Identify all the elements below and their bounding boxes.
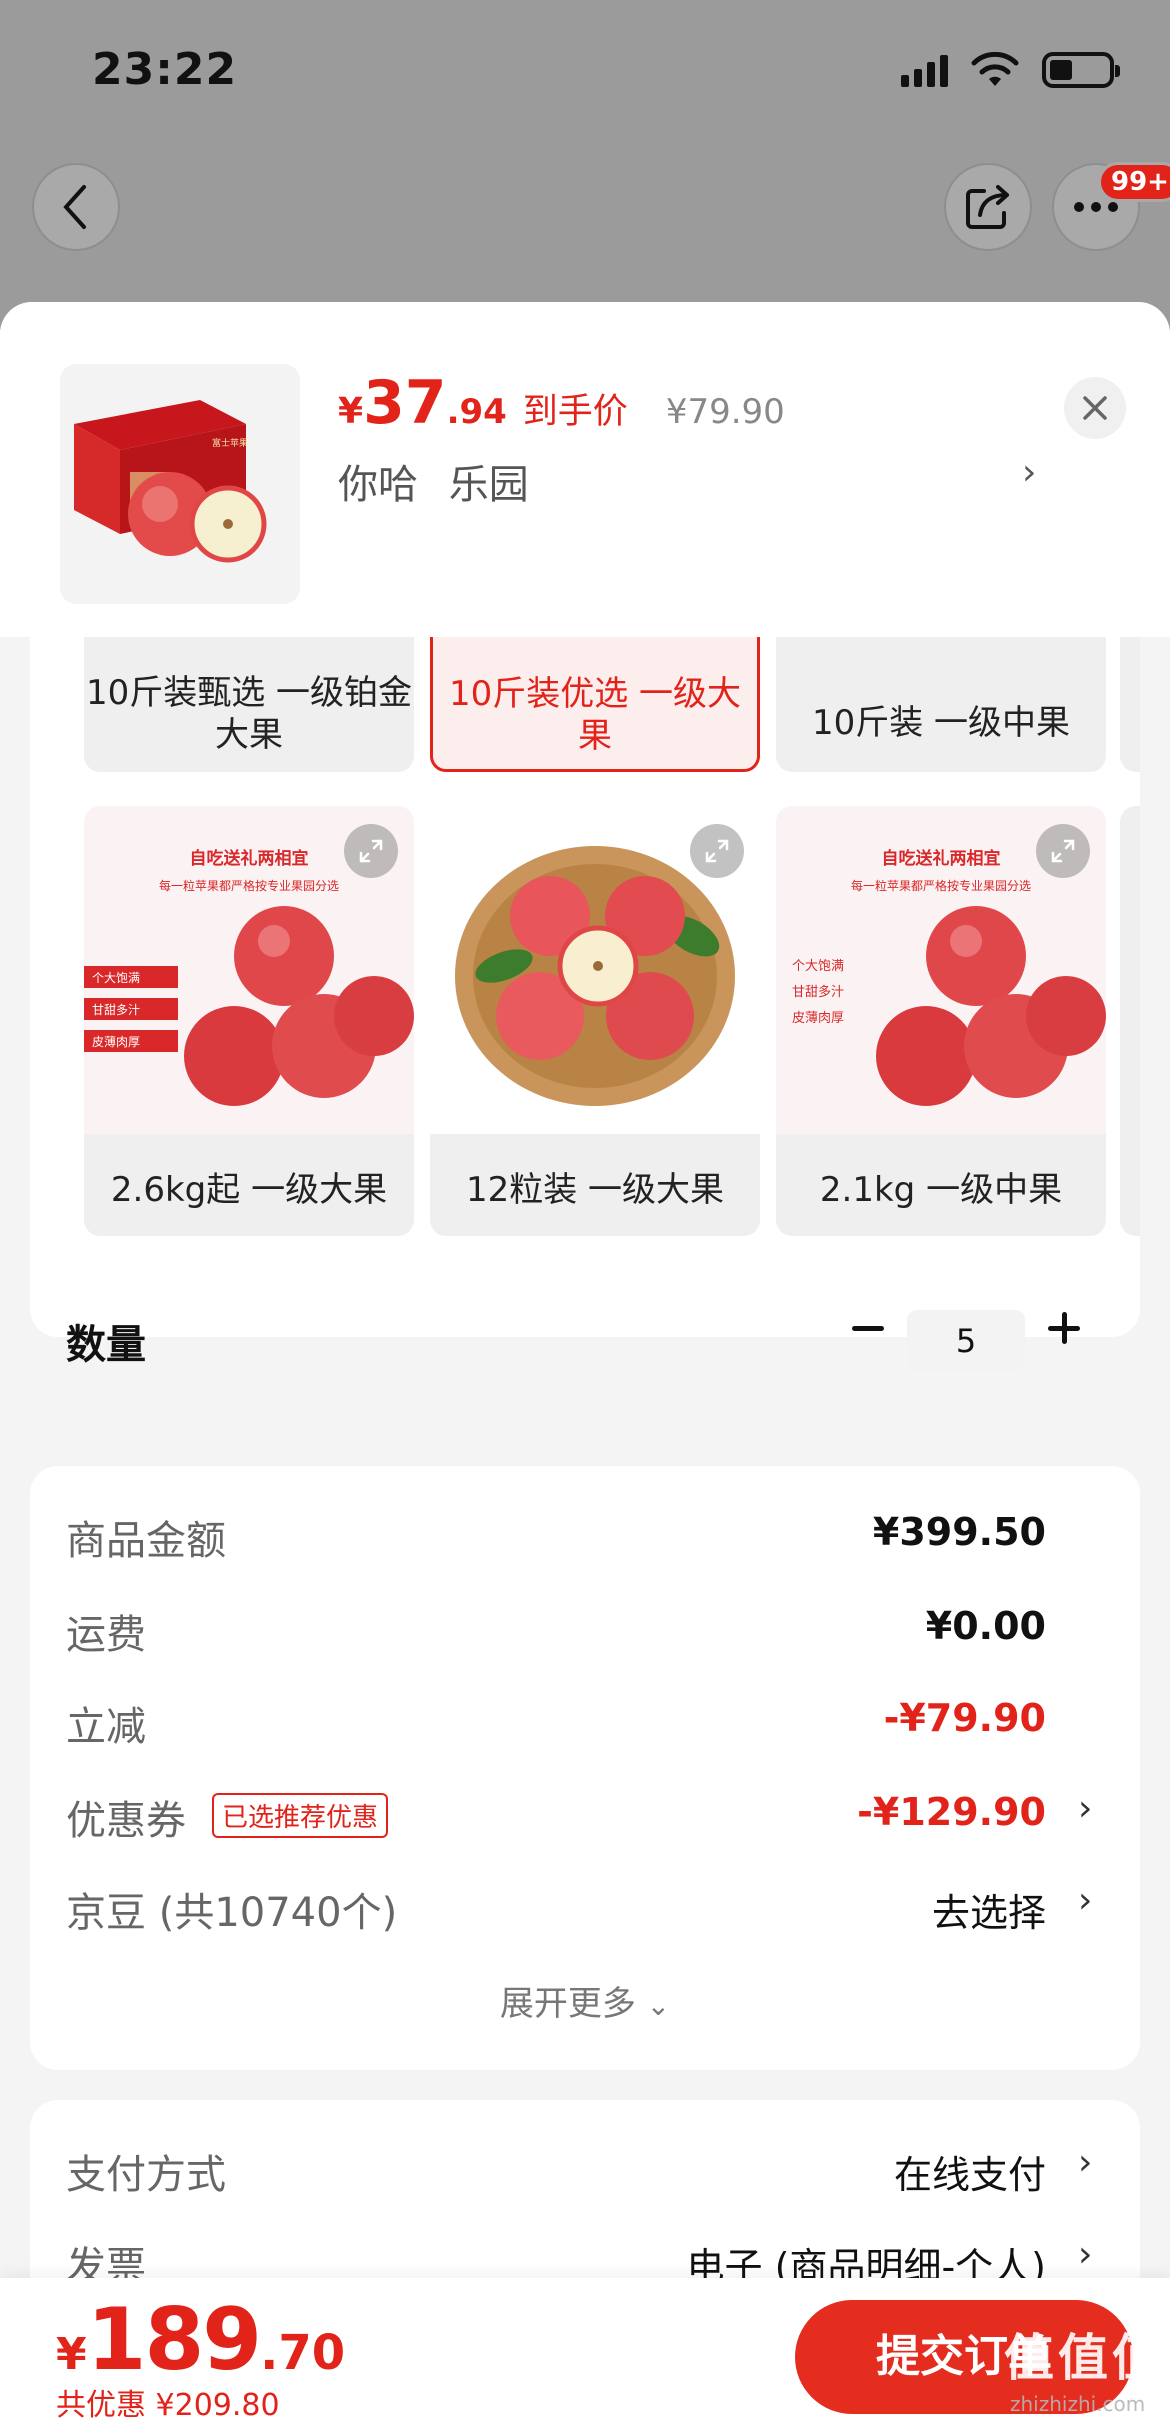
notification-badge: 99+ [1098, 162, 1170, 202]
beans-value[interactable]: 去选择 [932, 1882, 1046, 1937]
promo-tag: 个大饱满 [792, 959, 844, 974]
option-label: 10斤装 一级中果 [811, 703, 1071, 743]
signal-icon [901, 53, 948, 87]
total-price: ¥ 189 .70 [56, 2290, 345, 2390]
watermark-url: zhizhizhi.com [1010, 2392, 1146, 2416]
promo-tag: 甘甜多汁 [792, 984, 844, 1000]
payment-method-value[interactable]: 在线支付 [894, 2144, 1046, 2199]
option-label: 10斤装优选 一级大果 [448, 674, 742, 756]
discount-label: 立减 [66, 1704, 146, 1750]
back-button[interactable] [32, 163, 120, 251]
option-label: 12粒装 一级大果 [465, 1170, 725, 1210]
status-time: 23:22 [92, 44, 238, 95]
option-label: 2.1kg 一级中果 [819, 1170, 1063, 1210]
total-integer: 189 [86, 2290, 263, 2390]
share-button[interactable] [944, 163, 1032, 251]
promo-subtitle: 每一粒苹果都严格按专业果园分选 [851, 878, 1031, 893]
spec-chevron-icon[interactable]: › [1022, 452, 1036, 493]
promo-title: 自吃送礼两相宜 [882, 848, 1001, 869]
promo-subtitle: 每一粒苹果都严格按专业果园分选 [159, 878, 339, 893]
battery-icon [1042, 52, 1120, 88]
coupon-label: 优惠券 [66, 1798, 186, 1844]
total-decimal: .70 [260, 2325, 346, 2381]
share-icon [966, 185, 1009, 229]
price-symbol: ¥ [338, 391, 364, 432]
invoice-chevron-icon[interactable]: › [1078, 2234, 1092, 2275]
quantity-label: 数量 [66, 1322, 146, 1368]
expand-icon [1051, 839, 1075, 863]
discount-value: -¥79.90 [883, 1696, 1046, 1740]
expand-icon [705, 839, 729, 863]
watermark-logo: 值值值 [1004, 2329, 1166, 2387]
beans-label: 京豆 (共10740个) [66, 1890, 398, 1936]
price-integer: 37 [363, 368, 447, 438]
bottom-bar: ¥ 189 .70 共优惠 ¥209.80 提交订单 [0, 2278, 1170, 2430]
status-icons [901, 52, 1120, 88]
beans-chevron-icon[interactable]: › [1078, 1880, 1092, 1921]
option-label: 10斤装甄选 一级铂金大果 [85, 673, 413, 755]
expand-more-label: 展开更多 [499, 1984, 636, 2024]
close-icon [1083, 396, 1107, 420]
quantity-input[interactable]: 5 [907, 1310, 1025, 1372]
apple-box-image: 富士苹果 [74, 400, 267, 563]
expand-image-button[interactable] [1036, 824, 1090, 878]
product-header: 富士苹果 ¥ 37 .94 到手价 ¥79.90 你哈 乐园 › [0, 302, 1170, 637]
option-tile-partial[interactable] [1120, 806, 1140, 1236]
product-thumbnail: 富士苹果 [60, 364, 300, 604]
coupon-chevron-icon[interactable]: › [1078, 1788, 1092, 1829]
original-price: ¥79.90 [665, 392, 785, 432]
payment-method-label: 支付方式 [66, 2152, 226, 2198]
price-row: ¥ 37 .94 到手价 ¥79.90 [338, 368, 785, 438]
coupon-tag: 已选推荐优惠 [212, 1793, 389, 1838]
coupon-value[interactable]: -¥129.90 [857, 1790, 1046, 1834]
selected-spec[interactable]: 你哈 乐园 [338, 452, 529, 510]
option-tile[interactable]: 自吃送礼两相宜 每一粒苹果都严格按专业果园分选 个大饱满 甘甜多汁 皮薄肉厚 2… [84, 806, 414, 1236]
wifi-icon [971, 52, 1019, 86]
expand-image-button[interactable] [690, 824, 744, 878]
promo-title: 自吃送礼两相宜 [190, 848, 309, 869]
promo-tag: 个大饱满 [92, 970, 140, 985]
expand-image-button[interactable] [344, 824, 398, 878]
promo-tag: 甘甜多汁 [92, 1003, 140, 1017]
goods-amount-label: 商品金额 [66, 1518, 226, 1564]
promo-tag: 皮薄肉厚 [792, 1011, 844, 1026]
promo-tag: 皮薄肉厚 [92, 1034, 140, 1049]
price-decimal: .94 [446, 392, 507, 432]
option-tile[interactable]: 自吃送礼两相宜 每一粒苹果都严格按专业果园分选 个大饱满 甘甜多汁 皮薄肉厚 2… [776, 806, 1106, 1236]
option-label: 2.6kg起 一级大果 [110, 1170, 388, 1210]
goods-amount-value: ¥399.50 [872, 1510, 1046, 1554]
final-price-tag: 到手价 [522, 392, 628, 432]
option-tile[interactable]: 12粒装 一级大果 [430, 806, 760, 1236]
close-button[interactable] [1064, 377, 1126, 439]
shipping-value: ¥0.00 [925, 1604, 1046, 1648]
spec-options-card: 10斤装甄选 一级铂金大果 10斤装优选 一级大果 10斤装 一级中果 自吃送礼… [30, 572, 1140, 1337]
quantity-plus-button[interactable] [1042, 1300, 1086, 1356]
quantity-minus-button[interactable] [846, 1300, 890, 1356]
expand-more-button[interactable]: 展开更多 ⌄ [0, 1976, 1170, 2025]
total-saved: 共优惠 ¥209.80 [56, 2388, 280, 2423]
chevron-down-icon: ⌄ [646, 1989, 671, 2022]
shipping-label: 运费 [66, 1612, 146, 1658]
total-symbol: ¥ [56, 2329, 87, 2380]
chevron-left-icon [63, 185, 86, 229]
box-logo: 富士苹果 [212, 437, 248, 449]
expand-icon [359, 839, 383, 863]
more-icon [1074, 202, 1118, 212]
payment-chevron-icon[interactable]: › [1078, 2142, 1092, 2183]
